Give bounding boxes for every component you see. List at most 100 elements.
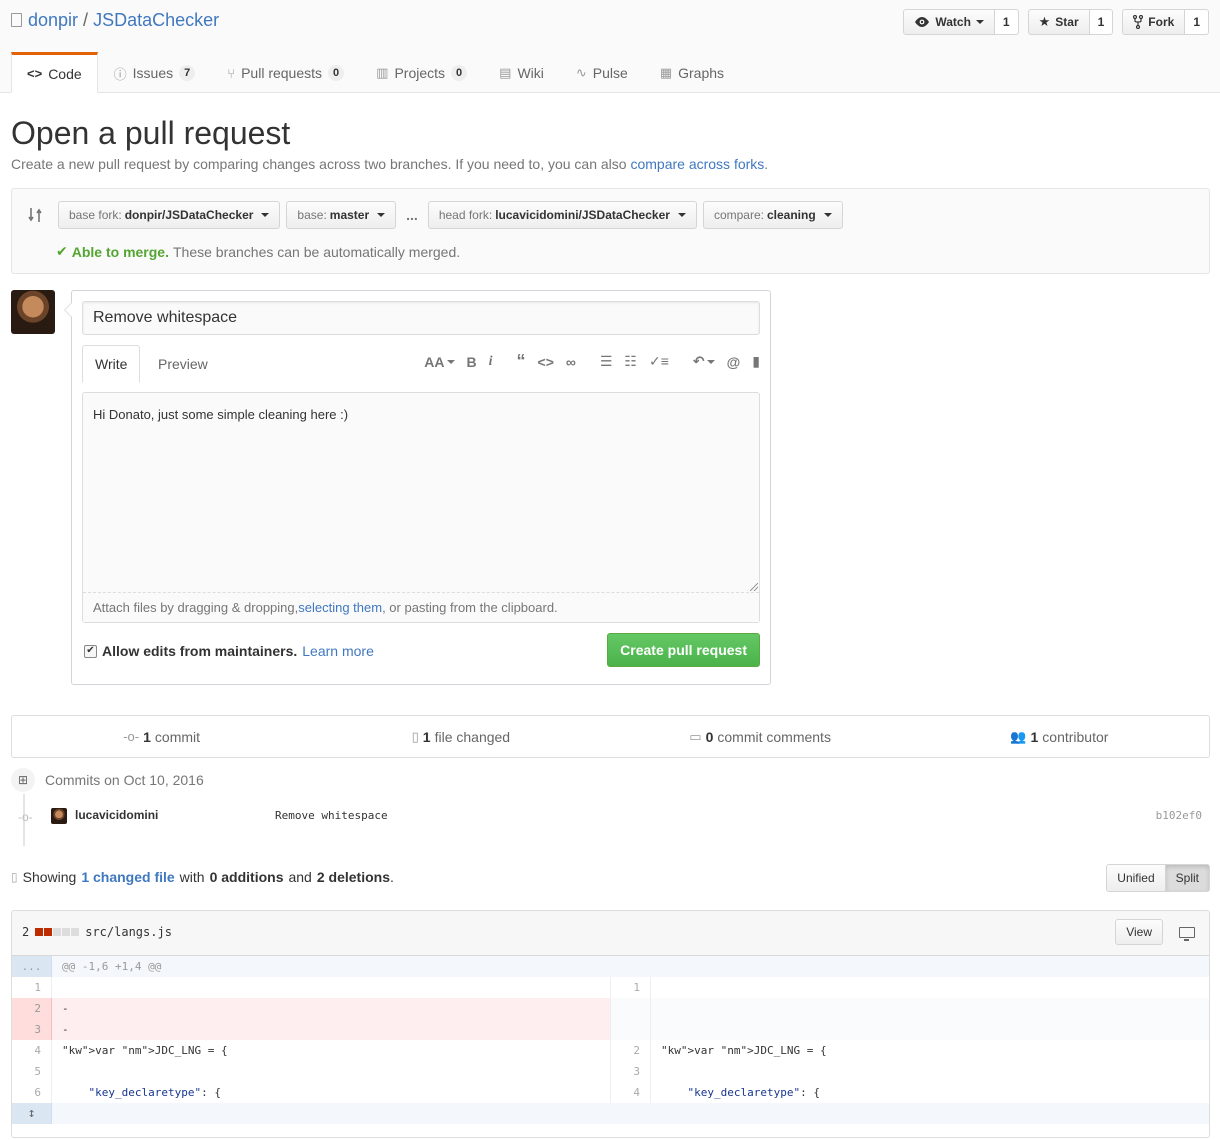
expand-up-button[interactable]: ... bbox=[12, 956, 52, 977]
quote-icon[interactable]: “ bbox=[517, 351, 526, 372]
base-fork-value: donpir/JSDataChecker bbox=[124, 208, 254, 222]
allow-edits-option[interactable]: ✔ Allow edits from maintainers. Learn mo… bbox=[84, 643, 374, 659]
summary-files[interactable]: ▯ 1 file changed bbox=[311, 716, 610, 757]
pr-body-text[interactable]: Hi Donato, just some simple cleaning her… bbox=[93, 407, 348, 422]
contributors-count: 1 bbox=[1030, 728, 1039, 745]
left-line-number[interactable]: 2 bbox=[12, 998, 52, 1019]
repo-icon bbox=[11, 12, 22, 27]
diffstat-bar bbox=[35, 928, 80, 936]
split-view-button[interactable]: Split bbox=[1165, 864, 1210, 892]
avatar[interactable] bbox=[51, 808, 67, 824]
files-count: 1 bbox=[422, 728, 431, 745]
page-description-end: . bbox=[764, 156, 769, 172]
base-branch-select[interactable]: base: master bbox=[286, 201, 397, 229]
repo-name-link[interactable]: JSDataChecker bbox=[93, 10, 219, 31]
commit-message-link[interactable]: Remove whitespace bbox=[275, 809, 388, 822]
issues-counter: 7 bbox=[179, 65, 196, 81]
right-code-line bbox=[651, 1061, 1209, 1082]
range-selectors: base fork: donpir/JSDataChecker base: ma… bbox=[58, 201, 849, 229]
left-line-number[interactable]: 3 bbox=[12, 1019, 52, 1040]
left-line-number[interactable]: 1 bbox=[12, 977, 52, 998]
watch-count[interactable]: 1 bbox=[994, 9, 1019, 35]
unified-view-button[interactable]: Unified bbox=[1106, 864, 1166, 892]
resize-handle[interactable] bbox=[750, 583, 758, 591]
bold-icon[interactable]: B bbox=[467, 354, 477, 370]
bookmark-icon[interactable]: ▮ bbox=[752, 353, 760, 370]
tab-pulse[interactable]: ∿ Pulse bbox=[560, 52, 644, 92]
file-actions: View bbox=[1115, 919, 1195, 945]
tab-write[interactable]: Write bbox=[82, 345, 141, 383]
tab-projects[interactable]: ▥ Projects 0 bbox=[360, 52, 483, 92]
fork-button[interactable]: Fork bbox=[1122, 9, 1186, 35]
unordered-list-icon[interactable]: ☰ bbox=[600, 353, 613, 370]
italic-icon[interactable]: i bbox=[489, 354, 493, 370]
attach-files-bar[interactable]: Attach files by dragging & dropping, sel… bbox=[83, 592, 759, 622]
view-file-button[interactable]: View bbox=[1115, 919, 1163, 945]
page-description: Create a new pull request by comparing c… bbox=[11, 156, 768, 172]
check-icon: ✔ bbox=[56, 243, 68, 259]
left-line-number[interactable]: 6 bbox=[12, 1082, 52, 1103]
summary-commits[interactable]: -o- 1 commit bbox=[12, 716, 311, 757]
desktop-icon[interactable] bbox=[1179, 926, 1195, 941]
tab-wiki[interactable]: ▤ Wiki bbox=[483, 52, 560, 92]
commit-sha-link[interactable]: b102ef0 bbox=[1156, 809, 1202, 822]
commit-author-link[interactable]: lucavicidomini bbox=[75, 808, 158, 822]
tab-preview[interactable]: Preview bbox=[146, 345, 220, 383]
left-line-number[interactable]: 5 bbox=[12, 1061, 52, 1082]
right-line-number[interactable]: 1 bbox=[611, 977, 651, 998]
right-line-number[interactable]: 4 bbox=[611, 1082, 651, 1103]
task-list-icon[interactable]: ✓≡ bbox=[649, 353, 669, 370]
diff-view-toggle: Unified Split bbox=[1106, 864, 1210, 892]
diff-row: 2- bbox=[12, 998, 1209, 1019]
merge-ok-label: Able to merge. bbox=[71, 243, 169, 260]
tab-graphs-label: Graphs bbox=[678, 65, 725, 81]
comment-icon: ▭ bbox=[689, 728, 702, 744]
page-title: Open a pull request bbox=[11, 115, 291, 151]
header-text-icon[interactable]: AA bbox=[424, 354, 455, 370]
base-fork-prefix: base fork: bbox=[69, 208, 122, 222]
hunk-header: @@ -1,6 +1,4 @@ bbox=[52, 956, 1209, 977]
link-icon[interactable]: ∞ bbox=[566, 354, 576, 370]
left-line-number[interactable]: 4 bbox=[12, 1040, 52, 1061]
expand-icon[interactable]: ↕ bbox=[12, 1103, 52, 1124]
fork-count[interactable]: 1 bbox=[1185, 9, 1209, 35]
file-header: 2 src/langs.js View bbox=[12, 911, 1209, 956]
left-code-line: "kw">var "nm">JDC_LNG = { bbox=[62, 1044, 228, 1057]
head-fork-value: lucavicidomini/JSDataChecker bbox=[495, 208, 670, 222]
project-icon: ▥ bbox=[376, 65, 389, 80]
watch-button[interactable]: Watch bbox=[903, 9, 995, 35]
compare-branch-select[interactable]: compare: cleaning bbox=[702, 201, 843, 229]
pr-title-input[interactable]: Remove whitespace bbox=[82, 301, 760, 335]
ordered-list-icon[interactable]: ☷ bbox=[624, 353, 637, 370]
repo-owner-link[interactable]: donpir bbox=[28, 10, 78, 31]
base-fork-select[interactable]: base fork: donpir/JSDataChecker bbox=[58, 201, 281, 229]
right-line-number[interactable] bbox=[611, 1019, 651, 1040]
pr-body-textarea[interactable]: Hi Donato, just some simple cleaning her… bbox=[82, 392, 760, 623]
compare-forks-link[interactable]: compare across forks bbox=[630, 156, 764, 172]
tab-pull-requests-label: Pull requests bbox=[241, 65, 323, 81]
diff-row: 11 bbox=[12, 977, 1209, 998]
learn-more-link[interactable]: Learn more bbox=[302, 643, 374, 659]
allow-edits-checkbox[interactable]: ✔ bbox=[84, 644, 97, 658]
head-fork-select[interactable]: head fork: lucavicidomini/JSDataChecker bbox=[427, 201, 697, 229]
right-line-number[interactable] bbox=[611, 998, 651, 1019]
star-button[interactable]: ★ Star bbox=[1027, 9, 1090, 35]
summary-contributors[interactable]: 👥 1 contributor bbox=[910, 716, 1209, 757]
star-count[interactable]: 1 bbox=[1089, 9, 1114, 35]
file-path[interactable]: src/langs.js bbox=[85, 925, 172, 939]
right-line-number[interactable]: 3 bbox=[611, 1061, 651, 1082]
tab-code[interactable]: <> Code bbox=[11, 52, 98, 93]
code-icon[interactable]: <> bbox=[538, 354, 554, 370]
tab-issues[interactable]: ⓘ Issues 7 bbox=[98, 52, 212, 92]
create-pull-request-button[interactable]: Create pull request bbox=[607, 633, 760, 667]
summary-comments[interactable]: ▭ 0 commit comments bbox=[611, 716, 910, 757]
right-line-number[interactable]: 2 bbox=[611, 1040, 651, 1061]
selecting-them-link[interactable]: selecting them bbox=[298, 600, 382, 615]
avatar[interactable] bbox=[11, 290, 55, 334]
tab-graphs[interactable]: ▦ Graphs bbox=[644, 52, 740, 92]
tab-pull-requests[interactable]: ⑂ Pull requests 0 bbox=[211, 52, 360, 92]
mention-icon[interactable]: @ bbox=[727, 354, 741, 370]
changed-files-link[interactable]: 1 changed file bbox=[81, 869, 174, 885]
reply-icon[interactable]: ↶ bbox=[693, 353, 715, 370]
merge-status: ✔ Able to merge. These branches can be a… bbox=[56, 243, 460, 260]
